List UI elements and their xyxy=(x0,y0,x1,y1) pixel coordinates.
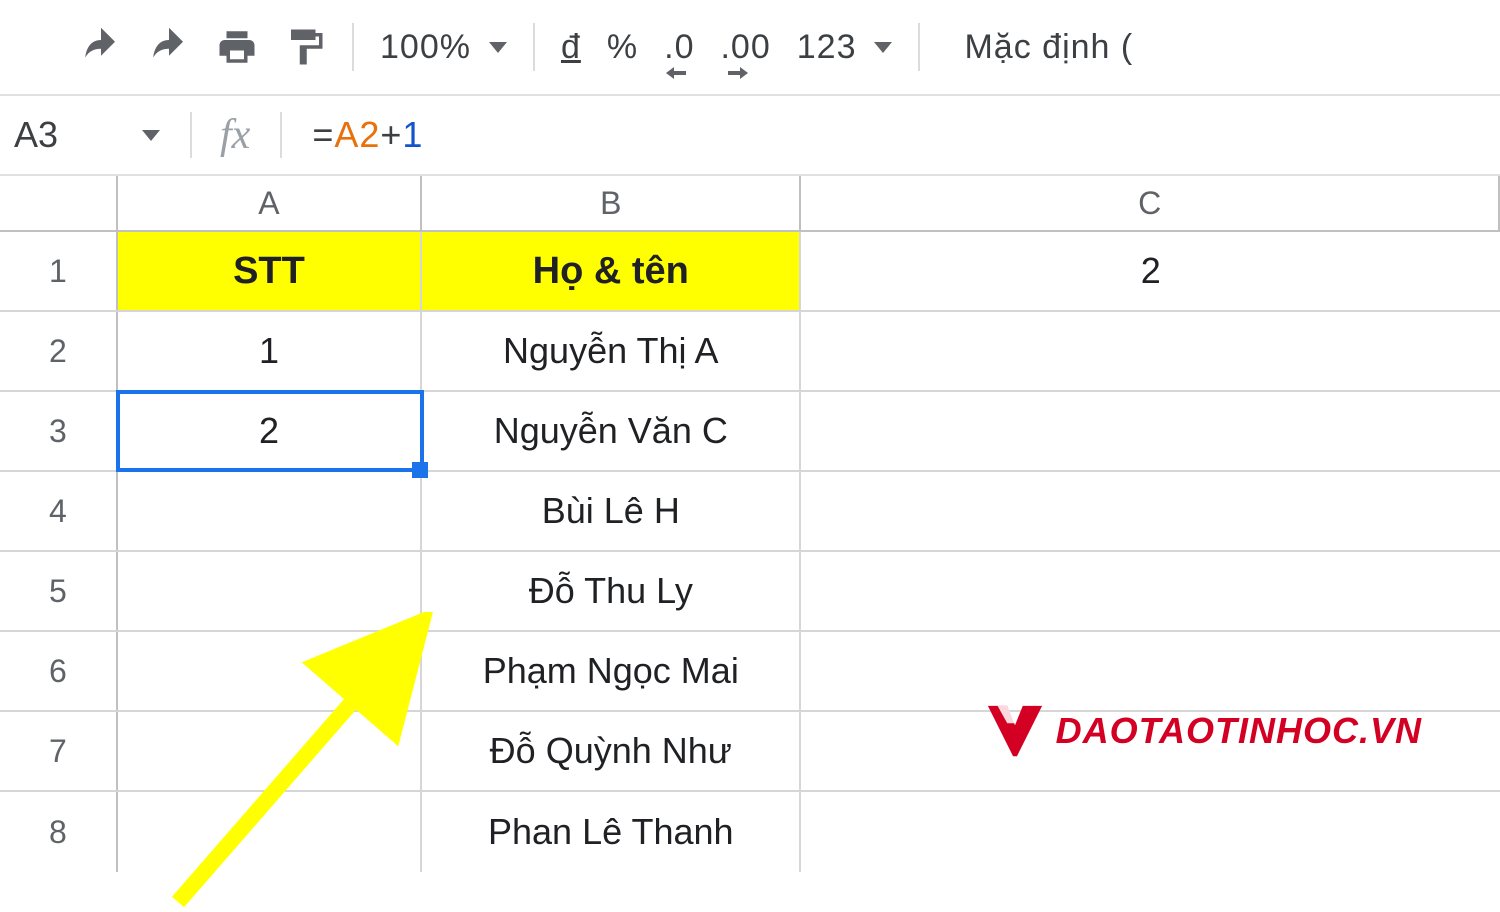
zoom-dropdown[interactable]: 100% xyxy=(380,28,507,67)
toolbar-separator xyxy=(352,23,354,71)
cell-B8[interactable]: Phan Lê Thanh xyxy=(422,792,801,872)
name-box[interactable]: A3 xyxy=(0,96,190,174)
column-headers: A B C xyxy=(0,176,1500,232)
row-header-1[interactable]: 1 xyxy=(0,232,118,310)
cell-B1[interactable]: Họ & tên xyxy=(422,232,801,310)
row-header-3[interactable]: 3 xyxy=(0,392,118,470)
cell-C6[interactable] xyxy=(801,632,1500,710)
undo-icon[interactable] xyxy=(80,26,122,68)
row-header-2[interactable]: 2 xyxy=(0,312,118,390)
decrease-decimal[interactable]: .0 xyxy=(664,28,694,67)
format-percent[interactable]: % xyxy=(607,28,638,67)
font-dropdown[interactable]: Mặc định ( xyxy=(964,28,1133,67)
cell-A2[interactable]: 1 xyxy=(118,312,422,390)
cell-C1[interactable]: 2 xyxy=(801,232,1500,310)
spreadsheet-grid: A B C 1 STT Họ & tên 2 2 1 Nguyễn Thị A … xyxy=(0,176,1500,872)
more-formats-dropdown[interactable]: 123 xyxy=(797,28,893,67)
cell-C5[interactable] xyxy=(801,552,1500,630)
cell-B7[interactable]: Đỗ Quỳnh Như xyxy=(422,712,801,790)
col-header-C[interactable]: C xyxy=(801,176,1500,230)
row-header-4[interactable]: 4 xyxy=(0,472,118,550)
cell-C3[interactable] xyxy=(801,392,1500,470)
cell-A7[interactable] xyxy=(118,712,422,790)
paint-format-icon[interactable] xyxy=(284,26,326,68)
watermark: DAOTAOTINHOC.VN xyxy=(984,700,1422,762)
cell-A6[interactable] xyxy=(118,632,422,710)
active-cell-ref: A3 xyxy=(14,114,58,156)
format-currency[interactable]: đ xyxy=(561,28,581,67)
redo-icon[interactable] xyxy=(148,26,190,68)
zoom-value: 100% xyxy=(380,28,471,67)
row: 3 2 Nguyễn Văn C xyxy=(0,392,1500,472)
cell-C2[interactable] xyxy=(801,312,1500,390)
row: 4 Bùi Lê H xyxy=(0,472,1500,552)
cell-B2[interactable]: Nguyễn Thị A xyxy=(422,312,801,390)
cell-A4[interactable] xyxy=(118,472,422,550)
cell-B4[interactable]: Bùi Lê H xyxy=(422,472,801,550)
toolbar-separator xyxy=(918,23,920,71)
cell-A8[interactable] xyxy=(118,792,422,872)
toolbar: 100% đ % .0 .00 123 Mặc định ( xyxy=(0,0,1500,96)
row-header-8[interactable]: 8 xyxy=(0,792,118,872)
formula-bar: A3 fx =A2+1 xyxy=(0,96,1500,176)
chevron-down-icon xyxy=(142,130,160,141)
fx-label: fx xyxy=(190,112,282,159)
row: 1 STT Họ & tên 2 xyxy=(0,232,1500,312)
cell-C4[interactable] xyxy=(801,472,1500,550)
increase-decimal[interactable]: .00 xyxy=(720,28,770,67)
select-all-corner[interactable] xyxy=(0,176,118,230)
row-header-5[interactable]: 5 xyxy=(0,552,118,630)
row: 8 Phan Lê Thanh xyxy=(0,792,1500,872)
logo-icon xyxy=(984,700,1046,762)
cell-A5[interactable] xyxy=(118,552,422,630)
row: 2 1 Nguyễn Thị A xyxy=(0,312,1500,392)
cell-B6[interactable]: Phạm Ngọc Mai xyxy=(422,632,801,710)
chevron-down-icon xyxy=(489,42,507,53)
row-header-6[interactable]: 6 xyxy=(0,632,118,710)
col-header-A[interactable]: A xyxy=(118,176,422,230)
col-header-B[interactable]: B xyxy=(422,176,801,230)
row-header-7[interactable]: 7 xyxy=(0,712,118,790)
cell-B5[interactable]: Đỗ Thu Ly xyxy=(422,552,801,630)
toolbar-separator xyxy=(533,23,535,71)
cell-C8[interactable] xyxy=(801,792,1500,872)
cell-B3[interactable]: Nguyễn Văn C xyxy=(422,392,801,470)
chevron-down-icon xyxy=(874,42,892,53)
row: 5 Đỗ Thu Ly xyxy=(0,552,1500,632)
cell-A1[interactable]: STT xyxy=(118,232,422,310)
watermark-text: DAOTAOTINHOC.VN xyxy=(1056,710,1422,752)
formula-input[interactable]: =A2+1 xyxy=(282,114,1500,156)
cell-A3[interactable]: 2 xyxy=(118,392,422,470)
print-icon[interactable] xyxy=(216,26,258,68)
